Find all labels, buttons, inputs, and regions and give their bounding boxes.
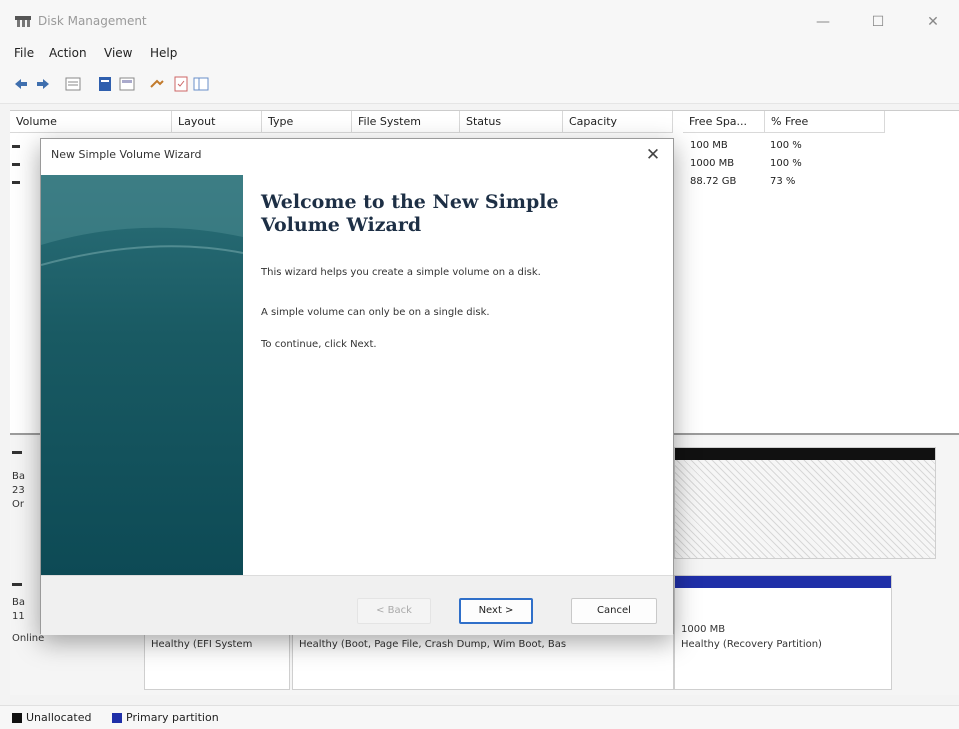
wizard-paragraph: This wizard helps you create a simple vo… [261, 267, 541, 278]
partition-status: Healthy (Recovery Partition) [681, 639, 822, 650]
menu-file[interactable]: File [14, 46, 34, 60]
column-header-file-system[interactable]: File System [352, 111, 460, 133]
wizard-close-button[interactable]: ✕ [641, 143, 665, 167]
column-header-free-space[interactable]: Free Spa... [683, 111, 765, 133]
wizard-footer: < Back Next > Cancel [41, 575, 673, 635]
wizard-banner-graphic [41, 175, 243, 266]
toolbar [0, 64, 959, 104]
pin-icon[interactable] [148, 75, 166, 93]
wizard-side-banner [41, 175, 243, 575]
cancel-button[interactable]: Cancel [571, 598, 657, 624]
back-icon[interactable] [12, 75, 30, 93]
cell-free-space: 1000 MB [690, 158, 735, 169]
volume-row-icon [12, 181, 20, 184]
column-header-percent-free[interactable]: % Free [765, 111, 885, 133]
wizard-paragraph: To continue, click Next. [261, 339, 377, 350]
disk0-label-line: Or [12, 499, 24, 510]
column-header-type[interactable]: Type [262, 111, 352, 133]
cell-percent-free: 100 % [770, 140, 802, 151]
column-header-volume[interactable]: Volume [10, 111, 172, 133]
panel-icon[interactable] [192, 75, 210, 93]
wizard-paragraph: A simple volume can only be on a single … [261, 307, 490, 318]
partition-status: Healthy (EFI System [151, 639, 253, 650]
recovery-partition[interactable]: 1000 MB Healthy (Recovery Partition) [674, 575, 892, 690]
window-title: Disk Management [38, 14, 147, 28]
menu-action[interactable]: Action [49, 46, 87, 60]
maximize-button[interactable]: ☐ [855, 8, 901, 36]
volume-row-icon [12, 145, 20, 148]
minimize-button[interactable]: — [800, 8, 846, 36]
disk-icon [12, 583, 22, 586]
unallocated-partition[interactable] [674, 447, 936, 559]
disk0-label-line: Ba [12, 471, 25, 482]
primary-partition-bar [675, 576, 891, 588]
column-header-capacity[interactable]: Capacity [563, 111, 673, 133]
cell-free-space: 100 MB [690, 140, 728, 151]
title-bar: Disk Management — ☐ ✕ [0, 0, 959, 42]
disk-management-icon [15, 16, 31, 27]
close-button[interactable]: ✕ [910, 8, 956, 36]
volume-row-icon [12, 163, 20, 166]
wizard-heading: Welcome to the New Simple Volume Wizard [261, 191, 559, 236]
disk1-label-line: 11 [12, 611, 25, 622]
check-icon[interactable] [172, 75, 190, 93]
disk-icon [12, 451, 22, 454]
menu-bar: File Action View Help [0, 42, 959, 64]
cell-percent-free: 100 % [770, 158, 802, 169]
menu-help[interactable]: Help [150, 46, 177, 60]
cell-free-space: 88.72 GB [690, 176, 737, 187]
map-view-icon[interactable] [118, 75, 136, 93]
wizard-title-bar: New Simple Volume Wizard ✕ [41, 139, 673, 171]
partition-size: 1000 MB [681, 624, 726, 635]
forward-icon[interactable] [34, 75, 52, 93]
column-header-layout[interactable]: Layout [172, 111, 262, 133]
column-header-status[interactable]: Status [460, 111, 563, 133]
legend-swatch-unallocated [12, 713, 22, 723]
disk0-label-line: 23 [12, 485, 25, 496]
disk1-label-line: Online [12, 633, 45, 644]
legend-label-unallocated: Unallocated [26, 711, 92, 724]
new-simple-volume-wizard: New Simple Volume Wizard ✕ Welcome to th… [40, 138, 674, 635]
legend-label-primary: Primary partition [126, 711, 219, 724]
menu-view[interactable]: View [104, 46, 132, 60]
wizard-title: New Simple Volume Wizard [51, 148, 202, 161]
back-button[interactable]: < Back [357, 598, 431, 624]
next-button[interactable]: Next > [459, 598, 533, 624]
legend-swatch-primary [112, 713, 122, 723]
unallocated-bar [675, 448, 935, 460]
partition-status: Healthy (Boot, Page File, Crash Dump, Wi… [299, 639, 567, 650]
list-view-icon[interactable] [64, 75, 82, 93]
disk1-label-line: Ba [12, 597, 25, 608]
cell-percent-free: 73 % [770, 176, 796, 187]
properties-icon[interactable] [96, 75, 114, 93]
legend: Unallocated Primary partition [0, 705, 959, 729]
